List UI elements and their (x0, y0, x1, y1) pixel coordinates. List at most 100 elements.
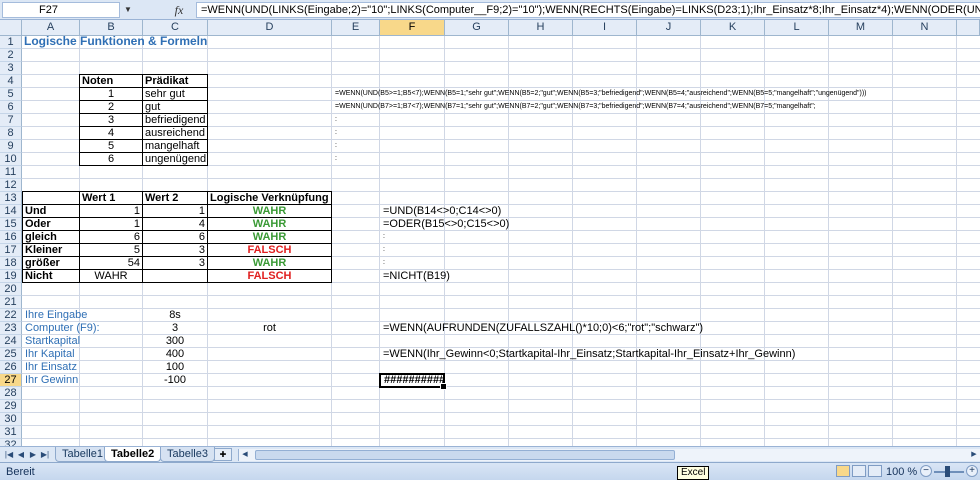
row-header[interactable]: 20 (0, 283, 22, 296)
select-all-corner[interactable] (0, 20, 22, 36)
column-header[interactable]: L (765, 20, 829, 36)
normal-view-icon[interactable] (836, 465, 850, 477)
logic-result[interactable]: WAHR (208, 257, 331, 270)
formula-text[interactable]: =WENN(UND(B7>=1;B7<7);WENN(B7=1;"sehr gu… (333, 101, 818, 114)
row-header[interactable]: 16 (0, 231, 22, 244)
logic-header-verknuepfung[interactable]: Logische Verknüpfung (208, 192, 331, 205)
row-header[interactable]: 17 (0, 244, 22, 257)
tab-tabelle2[interactable]: Tabelle2 (104, 447, 162, 462)
logic-row-label[interactable]: größer (23, 257, 62, 270)
column-header[interactable]: E (332, 20, 380, 36)
row-header[interactable]: 5 (0, 88, 22, 101)
grade-value[interactable]: 5 (80, 140, 142, 153)
computer-color[interactable]: rot (208, 322, 331, 335)
logic-wert1[interactable]: 6 (80, 231, 142, 244)
column-header[interactable] (957, 20, 980, 36)
logic-wert1[interactable]: 1 (80, 218, 142, 231)
kapital-value[interactable]: 400 (143, 348, 207, 361)
last-sheet-icon[interactable]: ▶| (40, 449, 50, 461)
row-header[interactable]: 29 (0, 400, 22, 413)
zoom-out-icon[interactable]: − (920, 465, 932, 477)
row-header[interactable]: 9 (0, 140, 22, 153)
grade-value[interactable]: 1 (80, 88, 142, 101)
column-header[interactable]: M (829, 20, 893, 36)
logic-wert1[interactable]: WAHR (80, 270, 142, 283)
column-header[interactable]: K (701, 20, 765, 36)
column-header[interactable]: D (208, 20, 332, 36)
tab-tabelle3[interactable]: Tabelle3 (160, 447, 215, 462)
insert-function-icon[interactable]: fx (168, 2, 190, 18)
row-header[interactable]: 4 (0, 75, 22, 88)
row-header[interactable]: 19 (0, 270, 22, 283)
column-header[interactable]: H (509, 20, 573, 36)
computer-label[interactable]: Computer (F9): (23, 322, 102, 335)
logic-wert2[interactable] (143, 270, 207, 283)
row-header[interactable]: 22 (0, 309, 22, 322)
scroll-thumb[interactable] (255, 450, 675, 460)
grade-label[interactable]: ausreichend (143, 127, 207, 140)
row-header[interactable]: 25 (0, 348, 22, 361)
column-header-selected[interactable]: F (380, 20, 445, 36)
row-header[interactable]: 11 (0, 166, 22, 179)
row-header[interactable]: 8 (0, 127, 22, 140)
eingabe-label[interactable]: Ihre Eingabe (23, 309, 89, 322)
row-header[interactable]: 10 (0, 153, 22, 166)
row-header[interactable]: 31 (0, 426, 22, 439)
grade-label[interactable]: befriedigend (143, 114, 207, 127)
row-header[interactable]: 30 (0, 413, 22, 426)
column-header[interactable]: G (445, 20, 509, 36)
row-header[interactable]: 6 (0, 101, 22, 114)
column-header[interactable]: N (893, 20, 957, 36)
logic-row-label[interactable]: Und (23, 205, 48, 218)
kapital-label[interactable]: Ihr Kapital (23, 348, 77, 361)
formula-text[interactable]: : (381, 244, 387, 257)
grade-value[interactable]: 4 (80, 127, 142, 140)
row-header[interactable]: 1 (0, 36, 22, 49)
logic-result[interactable]: WAHR (208, 218, 331, 231)
grades-header-noten[interactable]: Noten (80, 75, 142, 88)
logic-wert2[interactable]: 4 (143, 218, 207, 231)
logic-result[interactable]: WAHR (208, 231, 331, 244)
row-header[interactable]: 26 (0, 361, 22, 374)
worksheet-grid[interactable]: A B C D E F G H I J K L M N 1 2 3 4 5 6 … (0, 20, 980, 446)
startkapital-value[interactable]: 300 (143, 335, 207, 348)
formula-text[interactable]: =WENN(Ihr_Gewinn<0;Startkapital-Ihr_Eins… (381, 348, 797, 361)
logic-result[interactable]: FALSCH (208, 244, 331, 257)
logic-row-label[interactable]: Oder (23, 218, 53, 231)
logic-wert2[interactable]: 6 (143, 231, 207, 244)
gewinn-label[interactable]: Ihr Gewinn (23, 374, 80, 387)
name-box[interactable]: F27 (2, 2, 120, 18)
row-header[interactable]: 28 (0, 387, 22, 400)
einsatz-label[interactable]: Ihr Einsatz (23, 361, 79, 374)
row-header[interactable]: 23 (0, 322, 22, 335)
logic-header-wert2[interactable]: Wert 2 (143, 192, 207, 205)
logic-row-label[interactable]: Nicht (23, 270, 55, 283)
row-header[interactable]: 7 (0, 114, 22, 127)
row-header-selected[interactable]: 27 (0, 374, 22, 387)
prev-sheet-icon[interactable]: ◀ (16, 449, 26, 461)
first-sheet-icon[interactable]: |◀ (4, 449, 14, 461)
logic-wert1[interactable]: 1 (80, 205, 142, 218)
row-header[interactable]: 15 (0, 218, 22, 231)
grade-value[interactable]: 6 (80, 153, 142, 166)
zoom-in-icon[interactable]: + (966, 465, 978, 477)
chevron-down-icon[interactable]: ▼ (121, 2, 135, 18)
row-header[interactable]: 18 (0, 257, 22, 270)
zoom-slider-thumb[interactable] (945, 466, 950, 477)
logic-row-label[interactable]: gleich (23, 231, 59, 244)
page-break-view-icon[interactable] (868, 465, 882, 477)
column-header[interactable]: J (637, 20, 701, 36)
tab-tabelle1[interactable]: Tabelle1 (55, 447, 110, 462)
gewinn-value[interactable]: -100 (143, 374, 207, 387)
grades-header-praedikat[interactable]: Prädikat (143, 75, 207, 88)
row-header[interactable]: 24 (0, 335, 22, 348)
formula-text[interactable]: =NICHT(B19) (381, 270, 452, 283)
formula-text[interactable]: : (333, 140, 339, 153)
logic-wert2[interactable]: 1 (143, 205, 207, 218)
row-header[interactable]: 13 (0, 192, 22, 205)
formula-text[interactable]: =WENN(AUFRUNDEN(ZUFALLSZAHL()*10;0)<6;"r… (381, 322, 705, 335)
grade-label[interactable]: mangelhaft (143, 140, 207, 153)
logic-wert2[interactable]: 3 (143, 257, 207, 270)
logic-wert2[interactable]: 3 (143, 244, 207, 257)
grade-value[interactable]: 2 (80, 101, 142, 114)
